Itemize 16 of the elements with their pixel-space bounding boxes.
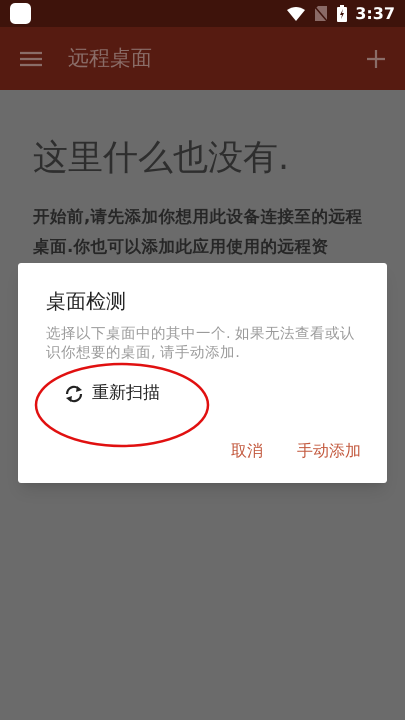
battery-charging-icon xyxy=(337,5,348,22)
add-icon[interactable] xyxy=(367,50,385,68)
empty-description: 开始前,请先添加你想用此设备连接至的远程桌面.你也可以添加此应用使用的远程资 xyxy=(33,206,364,258)
dialog-message: 选择以下桌面中的其中一个. 如果无法查看或认识你想要的桌面, 请手动添加. xyxy=(46,325,356,363)
no-sim-icon xyxy=(315,6,328,21)
app-title: 远程桌面 xyxy=(68,44,152,72)
wifi-icon xyxy=(287,6,306,20)
dialog-action-button[interactable]: 手动添加 xyxy=(297,439,361,463)
empty-heading: 这里什么也没有. xyxy=(33,137,290,180)
dialog-action-button[interactable]: 取消 xyxy=(231,439,263,463)
status-time: 3:37 xyxy=(355,2,395,24)
menu-icon[interactable] xyxy=(20,50,42,66)
rescan-button[interactable]: 重新扫描 xyxy=(64,381,160,406)
refresh-icon xyxy=(64,384,84,403)
app-notification-icon xyxy=(10,3,31,24)
dialog-title: 桌面检测 xyxy=(46,288,127,315)
